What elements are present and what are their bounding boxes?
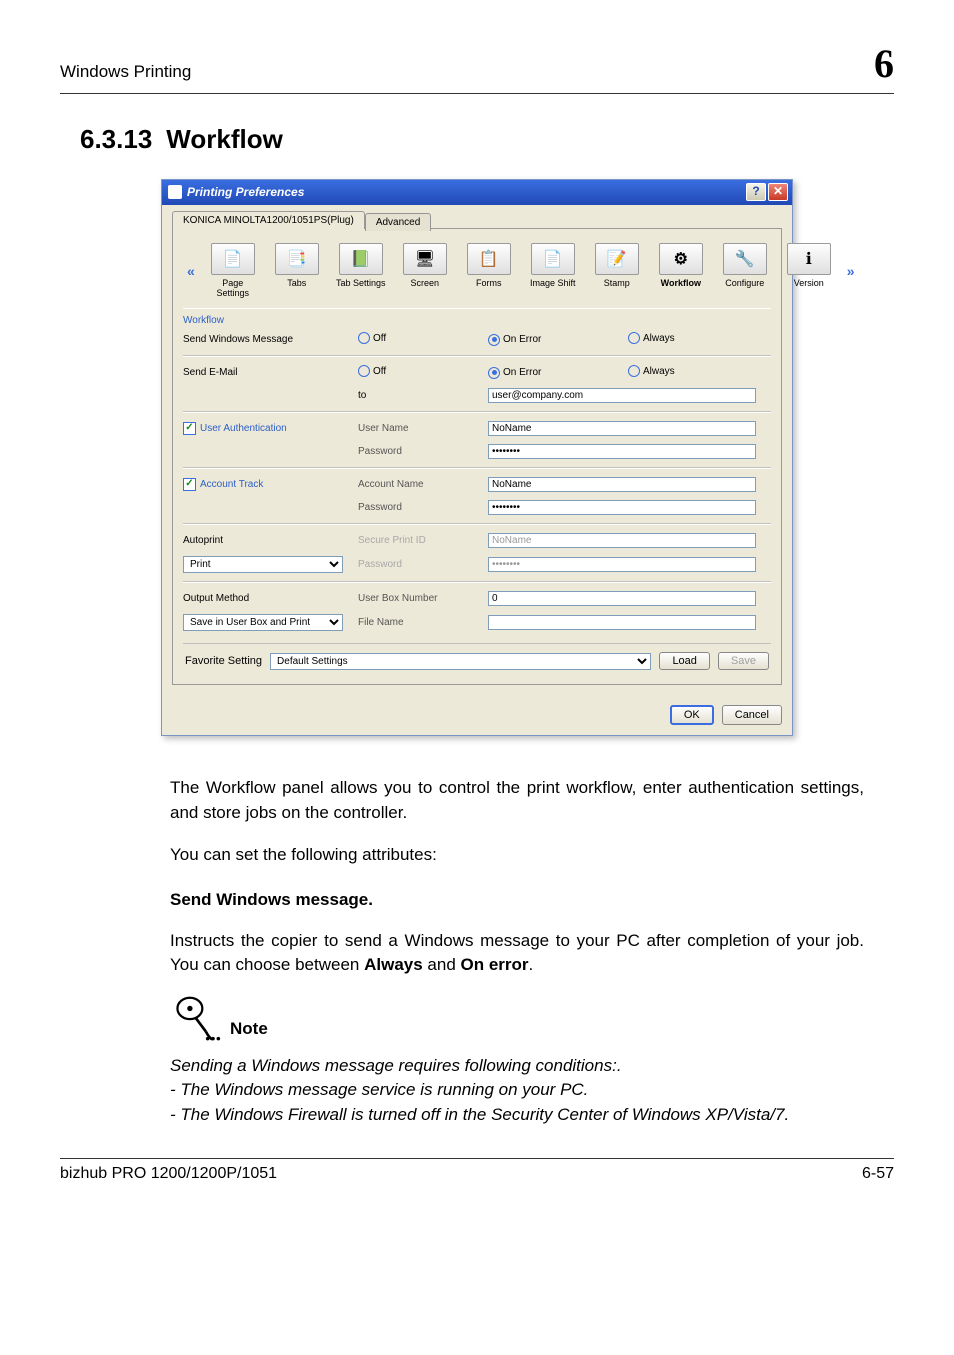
tab-advanced[interactable]: Advanced bbox=[365, 213, 431, 231]
file-name-field[interactable] bbox=[488, 615, 756, 630]
secure-print-id-field bbox=[488, 533, 756, 548]
note-icon bbox=[170, 996, 224, 1044]
tab-icon-image-shift[interactable]: 📄Image Shift bbox=[523, 241, 583, 300]
label-account-name: Account Name bbox=[358, 479, 458, 490]
label-user-box-number: User Box Number bbox=[358, 593, 458, 604]
section-title: Workflow bbox=[166, 124, 283, 154]
label-account-password: Password bbox=[358, 502, 458, 513]
ok-button[interactable]: OK bbox=[670, 705, 714, 725]
label-to: to bbox=[358, 390, 366, 401]
user-name-field[interactable] bbox=[488, 421, 756, 436]
auth-password-field[interactable] bbox=[488, 444, 756, 459]
label-favorite-setting: Favorite Setting bbox=[185, 655, 262, 667]
user-auth-checkbox[interactable]: ✓User Authentication bbox=[183, 422, 287, 435]
account-track-checkbox[interactable]: ✓Account Track bbox=[183, 478, 263, 491]
tab-driver[interactable]: KONICA MINOLTA1200/1051PS(Plug) bbox=[172, 211, 365, 229]
paragraph-intro: The Workflow panel allows you to control… bbox=[170, 776, 864, 825]
help-button[interactable]: ? bbox=[746, 183, 766, 201]
running-header: Windows Printing bbox=[60, 62, 191, 82]
label-secure-print-id: Secure Print ID bbox=[358, 535, 458, 546]
dialog-title: Printing Preferences bbox=[187, 185, 744, 199]
email-onerror-radio[interactable]: On Error bbox=[488, 367, 541, 379]
chapter-number: 6 bbox=[874, 40, 894, 87]
account-password-field[interactable] bbox=[488, 500, 756, 515]
tab-icon-version[interactable]: ℹVersion bbox=[779, 241, 839, 300]
footer-page: 6-57 bbox=[862, 1165, 894, 1183]
save-button: Save bbox=[718, 652, 769, 670]
tab-icon-page-settings[interactable]: 📄Page Settings bbox=[203, 241, 263, 300]
cancel-button[interactable]: Cancel bbox=[722, 705, 782, 725]
user-box-number-field[interactable] bbox=[488, 591, 756, 606]
email-off-radio[interactable]: Off bbox=[358, 365, 386, 377]
favorite-setting-select[interactable]: Default Settings bbox=[270, 653, 651, 670]
label-send-windows-message: Send Windows Message bbox=[183, 334, 358, 345]
tab-icon-screen[interactable]: 🖥Screen bbox=[395, 241, 455, 300]
note-line-3: - The Windows Firewall is turned off in … bbox=[170, 1103, 864, 1128]
email-always-radio[interactable]: Always bbox=[628, 365, 675, 377]
group-workflow: Workflow bbox=[183, 315, 771, 326]
note-line-1: Sending a Windows message requires follo… bbox=[170, 1054, 864, 1079]
section-number: 6.3.13 bbox=[80, 124, 152, 154]
tab-icon-stamp[interactable]: 📝Stamp bbox=[587, 241, 647, 300]
load-button[interactable]: Load bbox=[659, 652, 709, 670]
heading-swm: Send Windows message. bbox=[170, 888, 864, 913]
tab-icon-forms[interactable]: 📋Forms bbox=[459, 241, 519, 300]
autoprint-select[interactable]: Print bbox=[183, 556, 343, 573]
close-button[interactable]: ✕ bbox=[768, 183, 788, 201]
tab-icon-workflow[interactable]: ⚙Workflow bbox=[651, 241, 711, 300]
label-auth-password: Password bbox=[358, 446, 458, 457]
swm-always-radio[interactable]: Always bbox=[628, 332, 675, 344]
secure-password-field bbox=[488, 557, 756, 572]
email-to-field[interactable] bbox=[488, 388, 756, 403]
label-user-name: User Name bbox=[358, 423, 458, 434]
label-send-email: Send E-Mail bbox=[183, 367, 358, 378]
note-label: Note bbox=[230, 1017, 268, 1044]
account-name-field[interactable] bbox=[488, 477, 756, 492]
tab-icon-tabs[interactable]: 📑Tabs bbox=[267, 241, 327, 300]
label-file-name: File Name bbox=[358, 617, 458, 628]
scroll-left[interactable]: « bbox=[185, 263, 197, 279]
label-autoprint: Autoprint bbox=[183, 535, 358, 546]
dialog-icon bbox=[168, 185, 182, 199]
note-line-2: - The Windows message service is running… bbox=[170, 1078, 864, 1103]
label-secure-password: Password bbox=[358, 559, 458, 570]
swm-off-radio[interactable]: Off bbox=[358, 332, 386, 344]
paragraph-attributes: You can set the following attributes: bbox=[170, 843, 864, 868]
paragraph-swm: Instructs the copier to send a Windows m… bbox=[170, 929, 864, 978]
label-output-method: Output Method bbox=[183, 593, 358, 604]
swm-onerror-radio[interactable]: On Error bbox=[488, 334, 541, 346]
tab-icon-configure[interactable]: 🔧Configure bbox=[715, 241, 775, 300]
scroll-right[interactable]: » bbox=[845, 263, 857, 279]
tab-icon-tab-settings[interactable]: 📗Tab Settings bbox=[331, 241, 391, 300]
footer-product: bizhub PRO 1200/1200P/1051 bbox=[60, 1165, 277, 1183]
output-method-select[interactable]: Save in User Box and Print bbox=[183, 614, 343, 631]
section-heading: 6.3.13 Workflow bbox=[80, 124, 894, 155]
printing-preferences-dialog: Printing Preferences ? ✕ KONICA MINOLTA1… bbox=[161, 179, 793, 736]
